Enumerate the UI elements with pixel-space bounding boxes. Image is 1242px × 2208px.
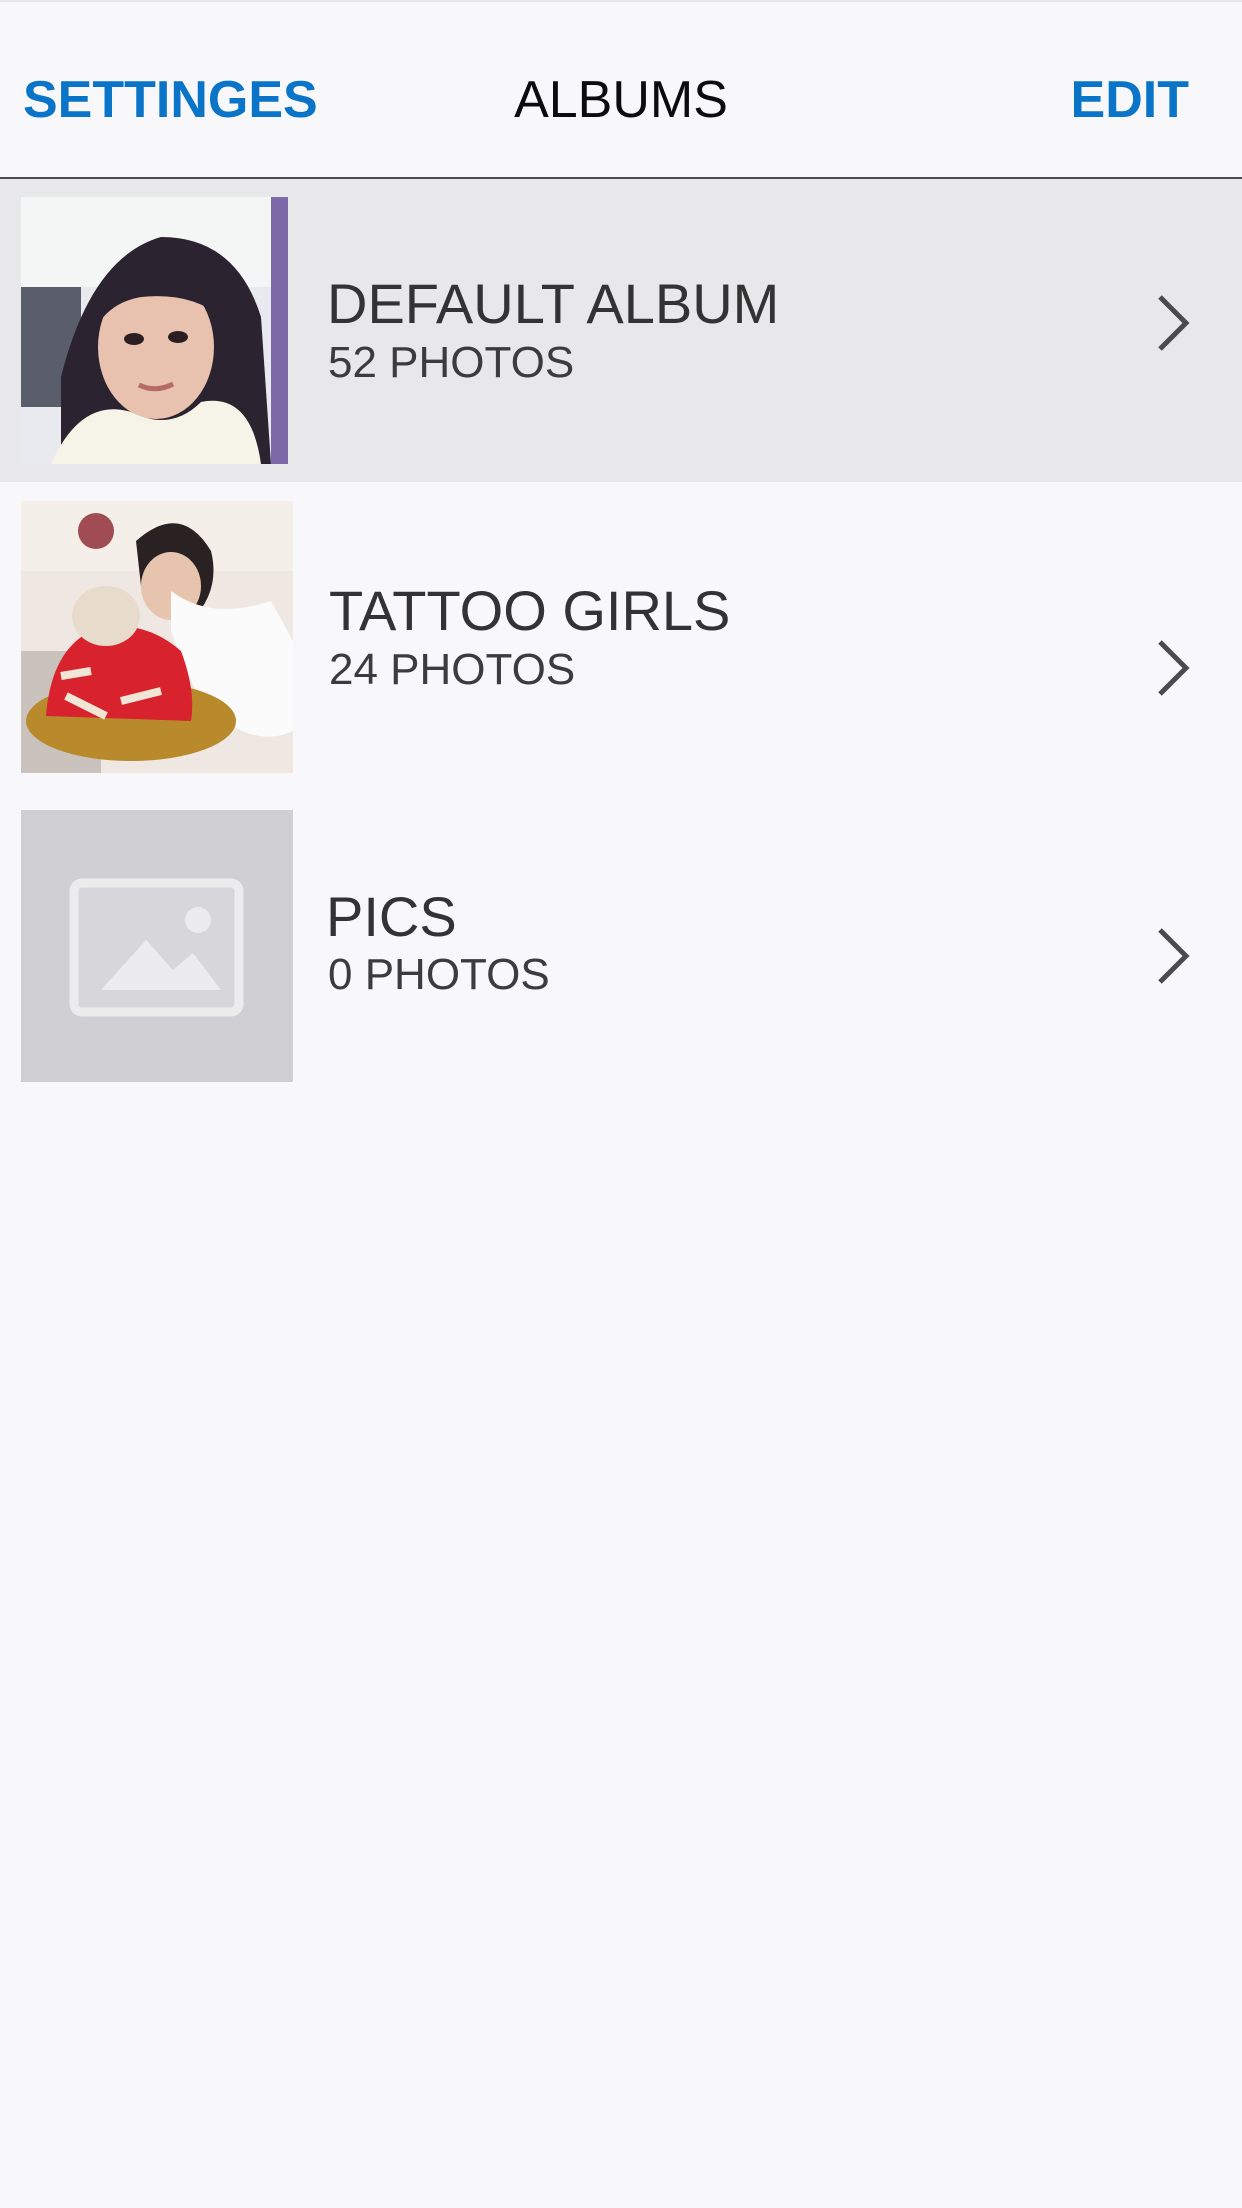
album-photo-count: 0 PHOTOS bbox=[328, 950, 550, 999]
album-thumbnail bbox=[21, 197, 288, 464]
album-row-pics[interactable]: PICS 0 PHOTOS bbox=[0, 789, 1242, 1089]
album-thumbnail bbox=[21, 501, 293, 773]
edit-button[interactable]: EDIT bbox=[1071, 2, 1189, 179]
chevron-right-icon bbox=[1158, 295, 1190, 351]
cake-photo bbox=[21, 501, 293, 773]
album-thumbnail bbox=[21, 810, 293, 1082]
album-name: DEFAULT ALBUM bbox=[327, 272, 780, 335]
chevron-right-icon bbox=[1158, 640, 1190, 696]
chevron-right-icon bbox=[1158, 928, 1190, 984]
album-photo-count: 52 PHOTOS bbox=[328, 338, 575, 387]
image-placeholder-icon bbox=[21, 810, 293, 1082]
album-name: PICS bbox=[326, 885, 457, 948]
album-row-tattoo-girls[interactable]: TATTOO GIRLS 24 PHOTOS bbox=[0, 482, 1242, 789]
portrait-photo bbox=[21, 197, 288, 464]
album-photo-count: 24 PHOTOS bbox=[329, 645, 576, 694]
page-title: ALBUMS bbox=[514, 71, 728, 129]
album-row-default-album[interactable]: DEFAULT ALBUM 52 PHOTOS bbox=[0, 179, 1242, 482]
navigation-bar: SETTINGES ALBUMS EDIT bbox=[0, 0, 1242, 179]
album-name: TATTOO GIRLS bbox=[329, 579, 731, 642]
